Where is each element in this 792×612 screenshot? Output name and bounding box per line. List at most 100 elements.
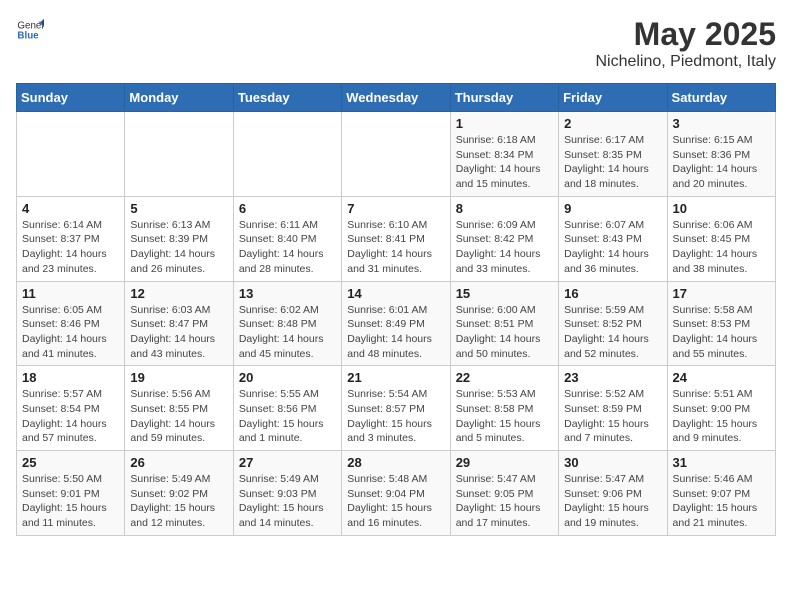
day-info: Sunrise: 6:15 AM Sunset: 8:36 PM Dayligh… (673, 133, 770, 192)
calendar-cell (233, 112, 341, 197)
calendar-cell: 18Sunrise: 5:57 AM Sunset: 8:54 PM Dayli… (17, 366, 125, 451)
calendar-cell: 19 Sunrise: 5:56 AM Sunset: 8:55 PM Dayli… (125, 366, 233, 451)
calendar-cell: 12 Sunrise: 6:03 AM Sunset: 8:47 PM Dayli… (125, 281, 233, 366)
day-info: Sunrise: 6:07 AM Sunset: 8:43 PM Dayligh… (564, 218, 661, 277)
page-header: General Blue May 2025 Nichelino, Piedmon… (16, 16, 776, 71)
day-number: 12 (130, 286, 227, 301)
day-info: Sunrise: 6:18 AM Sunset: 8:34 PM Dayligh… (456, 133, 553, 192)
day-info: Sunrise: 6:11 AM Sunset: 8:40 PM Dayligh… (239, 218, 336, 277)
day-info: Sunrise: 6:06 AM Sunset: 8:45 PM Dayligh… (673, 218, 770, 277)
calendar-week-row: 25 Sunrise: 5:50 AM Sunset: 9:01 PM Dayli… (17, 451, 776, 536)
calendar-week-row: 11 Sunrise: 6:05 AM Sunset: 8:46 PM Dayli… (17, 281, 776, 366)
day-number: 6 (239, 201, 336, 216)
calendar-cell: 29 Sunrise: 5:47 AM Sunset: 9:05 PM Dayli… (450, 451, 558, 536)
day-info: Sunrise: 6:10 AM Sunset: 8:41 PM Dayligh… (347, 218, 444, 277)
day-info: Sunrise: 5:53 AM Sunset: 8:58 PM Dayligh… (456, 387, 553, 446)
calendar-cell: 9 Sunrise: 6:07 AM Sunset: 8:43 PM Daylig… (559, 196, 667, 281)
calendar-cell: 21 Sunrise: 5:54 AM Sunset: 8:57 PM Dayli… (342, 366, 450, 451)
weekday-header: Sunday (17, 84, 125, 112)
weekday-header: Thursday (450, 84, 558, 112)
calendar-cell: 15 Sunrise: 6:00 AM Sunset: 8:51 PM Dayli… (450, 281, 558, 366)
day-info: Sunrise: 5:50 AM Sunset: 9:01 PM Dayligh… (22, 472, 119, 531)
day-number: 20 (239, 370, 336, 385)
weekday-header: Saturday (667, 84, 775, 112)
day-number: 8 (456, 201, 553, 216)
day-number: 21 (347, 370, 444, 385)
day-number: 24 (673, 370, 770, 385)
day-info: Sunrise: 5:49 AM Sunset: 9:02 PM Dayligh… (130, 472, 227, 531)
day-number: 5 (130, 201, 227, 216)
day-number: 9 (564, 201, 661, 216)
calendar-week-row: 18Sunrise: 5:57 AM Sunset: 8:54 PM Dayli… (17, 366, 776, 451)
day-info: Sunrise: 6:00 AM Sunset: 8:51 PM Dayligh… (456, 303, 553, 362)
calendar-cell: 22 Sunrise: 5:53 AM Sunset: 8:58 PM Dayli… (450, 366, 558, 451)
calendar-cell: 14 Sunrise: 6:01 AM Sunset: 8:49 PM Dayli… (342, 281, 450, 366)
day-number: 27 (239, 455, 336, 470)
logo: General Blue (16, 16, 44, 44)
calendar-cell: 11 Sunrise: 6:05 AM Sunset: 8:46 PM Dayli… (17, 281, 125, 366)
calendar-week-row: 4 Sunrise: 6:14 AM Sunset: 8:37 PM Daylig… (17, 196, 776, 281)
calendar-cell: 2 Sunrise: 6:17 AM Sunset: 8:35 PM Daylig… (559, 112, 667, 197)
day-number: 15 (456, 286, 553, 301)
calendar-cell: 7Sunrise: 6:10 AM Sunset: 8:41 PM Daylig… (342, 196, 450, 281)
day-info: Sunrise: 6:02 AM Sunset: 8:48 PM Dayligh… (239, 303, 336, 362)
calendar-cell: 31Sunrise: 5:46 AM Sunset: 9:07 PM Dayli… (667, 451, 775, 536)
day-number: 4 (22, 201, 119, 216)
calendar-cell: 6 Sunrise: 6:11 AM Sunset: 8:40 PM Daylig… (233, 196, 341, 281)
day-info: Sunrise: 6:09 AM Sunset: 8:42 PM Dayligh… (456, 218, 553, 277)
calendar-cell: 17Sunrise: 5:58 AM Sunset: 8:53 PM Dayli… (667, 281, 775, 366)
day-number: 3 (673, 116, 770, 131)
calendar-cell: 13Sunrise: 6:02 AM Sunset: 8:48 PM Dayli… (233, 281, 341, 366)
day-info: Sunrise: 6:13 AM Sunset: 8:39 PM Dayligh… (130, 218, 227, 277)
day-number: 1 (456, 116, 553, 131)
day-info: Sunrise: 6:05 AM Sunset: 8:46 PM Dayligh… (22, 303, 119, 362)
day-number: 10 (673, 201, 770, 216)
day-info: Sunrise: 5:54 AM Sunset: 8:57 PM Dayligh… (347, 387, 444, 446)
day-info: Sunrise: 5:46 AM Sunset: 9:07 PM Dayligh… (673, 472, 770, 531)
day-number: 28 (347, 455, 444, 470)
svg-text:Blue: Blue (17, 30, 39, 41)
day-number: 18 (22, 370, 119, 385)
day-info: Sunrise: 5:56 AM Sunset: 8:55 PM Dayligh… (130, 387, 227, 446)
calendar-cell: 26 Sunrise: 5:49 AM Sunset: 9:02 PM Dayli… (125, 451, 233, 536)
calendar-cell: 25 Sunrise: 5:50 AM Sunset: 9:01 PM Dayli… (17, 451, 125, 536)
day-info: Sunrise: 5:48 AM Sunset: 9:04 PM Dayligh… (347, 472, 444, 531)
calendar-cell: 4 Sunrise: 6:14 AM Sunset: 8:37 PM Daylig… (17, 196, 125, 281)
title-block: May 2025 Nichelino, Piedmont, Italy (595, 16, 776, 71)
calendar-header-row: SundayMondayTuesdayWednesdayThursdayFrid… (17, 84, 776, 112)
day-info: Sunrise: 5:59 AM Sunset: 8:52 PM Dayligh… (564, 303, 661, 362)
calendar-cell (125, 112, 233, 197)
calendar-cell: 30Sunrise: 5:47 AM Sunset: 9:06 PM Dayli… (559, 451, 667, 536)
day-info: Sunrise: 6:03 AM Sunset: 8:47 PM Dayligh… (130, 303, 227, 362)
page-subtitle: Nichelino, Piedmont, Italy (595, 53, 776, 71)
calendar-table: SundayMondayTuesdayWednesdayThursdayFrid… (16, 83, 776, 536)
calendar-cell: 24Sunrise: 5:51 AM Sunset: 9:00 PM Dayli… (667, 366, 775, 451)
day-number: 25 (22, 455, 119, 470)
day-info: Sunrise: 5:55 AM Sunset: 8:56 PM Dayligh… (239, 387, 336, 446)
day-number: 19 (130, 370, 227, 385)
weekday-header: Monday (125, 84, 233, 112)
day-info: Sunrise: 6:01 AM Sunset: 8:49 PM Dayligh… (347, 303, 444, 362)
day-info: Sunrise: 5:49 AM Sunset: 9:03 PM Dayligh… (239, 472, 336, 531)
day-number: 14 (347, 286, 444, 301)
calendar-cell: 1 Sunrise: 6:18 AM Sunset: 8:34 PM Daylig… (450, 112, 558, 197)
day-info: Sunrise: 5:58 AM Sunset: 8:53 PM Dayligh… (673, 303, 770, 362)
day-number: 23 (564, 370, 661, 385)
calendar-cell: 28 Sunrise: 5:48 AM Sunset: 9:04 PM Dayli… (342, 451, 450, 536)
day-number: 16 (564, 286, 661, 301)
weekday-header: Tuesday (233, 84, 341, 112)
day-info: Sunrise: 6:14 AM Sunset: 8:37 PM Dayligh… (22, 218, 119, 277)
day-number: 2 (564, 116, 661, 131)
day-number: 11 (22, 286, 119, 301)
calendar-cell: 10 Sunrise: 6:06 AM Sunset: 8:45 PM Dayli… (667, 196, 775, 281)
weekday-header: Wednesday (342, 84, 450, 112)
day-number: 22 (456, 370, 553, 385)
calendar-cell: 8 Sunrise: 6:09 AM Sunset: 8:42 PM Daylig… (450, 196, 558, 281)
day-number: 29 (456, 455, 553, 470)
calendar-cell: 20 Sunrise: 5:55 AM Sunset: 8:56 PM Dayli… (233, 366, 341, 451)
day-info: Sunrise: 6:17 AM Sunset: 8:35 PM Dayligh… (564, 133, 661, 192)
day-number: 26 (130, 455, 227, 470)
page-title: May 2025 (595, 16, 776, 53)
calendar-week-row: 1 Sunrise: 6:18 AM Sunset: 8:34 PM Daylig… (17, 112, 776, 197)
day-info: Sunrise: 5:47 AM Sunset: 9:05 PM Dayligh… (456, 472, 553, 531)
